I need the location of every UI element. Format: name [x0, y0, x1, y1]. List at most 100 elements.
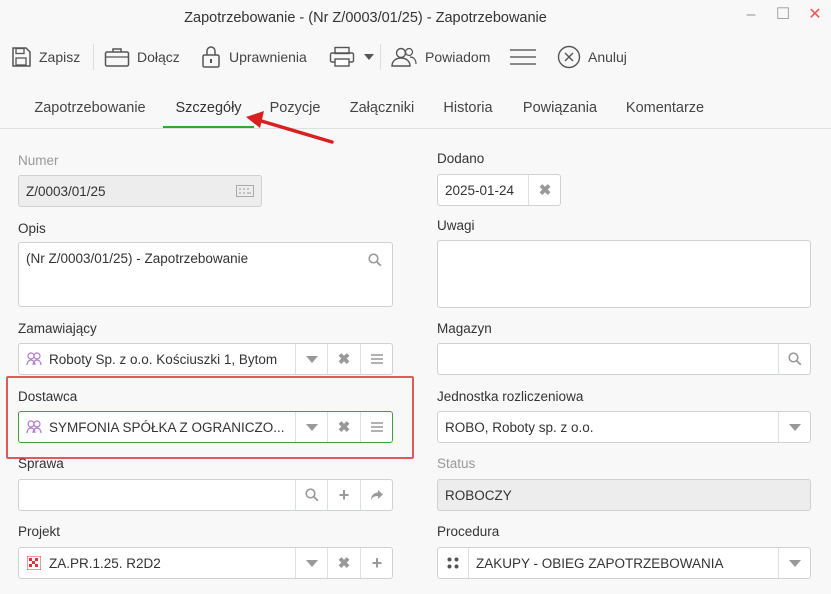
- tab-komentarze[interactable]: Komentarze: [617, 92, 713, 126]
- search-icon: [305, 488, 319, 502]
- projekt-dropdown-button[interactable]: [295, 548, 328, 578]
- procedura-value: ZAKUPY - OBIEG ZAPOTRZEBOWANIA: [476, 556, 724, 571]
- projekt-clear-button[interactable]: ✖: [327, 548, 360, 578]
- dodano-value: 2025-01-24: [445, 183, 515, 198]
- zamawiajacy-select[interactable]: Roboty Sp. z o.o. Kościuszki 1, Bytom ✖: [18, 343, 393, 375]
- status-field: ROBOCZY: [437, 479, 811, 511]
- search-icon: [788, 352, 802, 366]
- dodano-clear-button[interactable]: ✖: [528, 175, 561, 205]
- jednostka-dropdown-button[interactable]: [778, 412, 811, 442]
- clear-icon: ✖: [337, 419, 351, 436]
- project-icon: [27, 556, 41, 570]
- permissions-button[interactable]: Uprawnienia: [200, 38, 307, 76]
- minimize-icon[interactable]: –: [738, 4, 764, 26]
- numer-field: Z/0003/01/25: [18, 175, 262, 207]
- jednostka-value: ROBO, Roboty sp. z o.o.: [445, 420, 594, 435]
- share-arrow-icon: [371, 490, 383, 500]
- zamawiajacy-value: Roboty Sp. z o.o. Kościuszki 1, Bytom: [49, 352, 278, 367]
- dostawca-list-button[interactable]: [360, 412, 393, 442]
- zamawiajacy-dropdown-button[interactable]: [295, 344, 328, 374]
- magazyn-search-button[interactable]: [778, 344, 811, 374]
- lock-icon: [202, 46, 220, 68]
- permissions-label: Uprawnienia: [229, 49, 307, 65]
- opis-textarea[interactable]: (Nr Z/0003/01/25) - Zapotrzebowanie: [18, 242, 393, 307]
- attach-label: Dołącz: [137, 49, 180, 65]
- tab-zapotrzebowanie[interactable]: Zapotrzebowanie: [22, 92, 158, 126]
- hamburger-icon: [510, 49, 536, 65]
- projekt-label: Projekt: [18, 524, 61, 539]
- attach-button[interactable]: Dołącz: [104, 38, 180, 76]
- status-label: Status: [437, 456, 476, 471]
- clear-icon: ✖: [337, 351, 351, 368]
- chevron-down-icon: [306, 559, 318, 567]
- magazyn-field[interactable]: [437, 343, 811, 375]
- title-bar: Zapotrzebowanie - (Nr Z/0003/01/25) - Za…: [0, 0, 831, 34]
- jednostka-label: Jednostka rozliczeniowa: [437, 389, 584, 404]
- numerator-button[interactable]: [229, 176, 261, 206]
- dostawca-clear-button[interactable]: ✖: [327, 412, 360, 442]
- floppy-icon: [12, 47, 31, 67]
- menu-button[interactable]: [509, 38, 544, 76]
- sprawa-field[interactable]: +: [18, 479, 393, 511]
- procedura-select[interactable]: ZAKUPY - OBIEG ZAPOTRZEBOWANIA: [437, 547, 811, 579]
- maximize-icon[interactable]: ☐: [770, 4, 796, 26]
- print-button[interactable]: [329, 38, 374, 76]
- projekt-add-button[interactable]: +: [360, 548, 393, 578]
- zamawiajacy-list-button[interactable]: [360, 344, 393, 374]
- sprawa-label: Sprawa: [18, 456, 64, 471]
- close-icon[interactable]: ✕: [802, 4, 828, 26]
- chevron-down-icon: [306, 423, 318, 431]
- list-icon: [371, 354, 383, 364]
- projekt-select[interactable]: ZA.PR.1.25. R2D2 ✖ +: [18, 547, 393, 579]
- jednostka-select[interactable]: ROBO, Roboty sp. z o.o.: [437, 411, 811, 443]
- magazyn-label: Magazyn: [437, 321, 492, 336]
- dostawca-select[interactable]: SYMFONIA SPÓŁKA Z OGRANICZO... ✖: [18, 411, 393, 443]
- search-icon[interactable]: [368, 253, 382, 267]
- opis-label: Opis: [18, 221, 46, 236]
- chevron-down-icon: [789, 559, 801, 567]
- procedure-icon-box: [438, 548, 469, 578]
- tab-zalaczniki[interactable]: Załączniki: [340, 92, 424, 126]
- tab-bar: Zapotrzebowanie Szczegóły Pozycje Załącz…: [0, 92, 831, 129]
- uwagi-label: Uwagi: [437, 218, 475, 233]
- save-button[interactable]: Zapisz: [10, 38, 80, 76]
- sprawa-goto-button[interactable]: [360, 480, 393, 510]
- cancel-button[interactable]: Anuluj: [557, 38, 627, 76]
- dostawca-value: SYMFONIA SPÓŁKA Z OGRANICZO...: [49, 420, 285, 435]
- dostawca-dropdown-button[interactable]: [295, 412, 328, 442]
- notify-button[interactable]: Powiadom: [390, 38, 490, 76]
- keypad-icon: [236, 185, 254, 197]
- workflow-icon: [447, 557, 459, 569]
- numer-value: Z/0003/01/25: [26, 184, 106, 199]
- chevron-down-icon: [789, 423, 801, 431]
- clear-icon: ✖: [337, 555, 351, 572]
- zamawiajacy-label: Zamawiający: [18, 321, 97, 336]
- save-label: Zapisz: [39, 49, 81, 65]
- sprawa-add-button[interactable]: +: [327, 480, 360, 510]
- clear-icon: ✖: [538, 182, 552, 199]
- cancel-circle-icon: [557, 45, 581, 69]
- zamawiajacy-clear-button[interactable]: ✖: [327, 344, 360, 374]
- users-icon: [391, 47, 417, 67]
- briefcase-icon: [104, 48, 130, 67]
- sprawa-search-button[interactable]: [295, 480, 328, 510]
- status-value: ROBOCZY: [445, 488, 512, 503]
- procedura-dropdown-button[interactable]: [778, 548, 811, 578]
- plus-icon: +: [338, 484, 350, 505]
- print-dropdown-icon[interactable]: [364, 54, 374, 60]
- tab-powiazania[interactable]: Powiązania: [513, 92, 607, 126]
- opis-value: (Nr Z/0003/01/25) - Zapotrzebowanie: [26, 251, 249, 266]
- toolbar: Zapisz Dołącz Uprawnienia Powiadom Anulu…: [0, 38, 831, 76]
- uwagi-textarea[interactable]: [437, 240, 811, 308]
- red-arrow-annotation: [246, 111, 334, 144]
- chevron-down-icon: [306, 355, 318, 363]
- projekt-value: ZA.PR.1.25. R2D2: [49, 556, 161, 571]
- list-icon: [371, 422, 383, 432]
- window-title: Zapotrzebowanie - (Nr Z/0003/01/25) - Za…: [184, 10, 547, 26]
- dostawca-label: Dostawca: [18, 389, 78, 404]
- printer-icon: [329, 46, 355, 67]
- contractor-icon: [26, 352, 42, 366]
- plus-icon: +: [371, 552, 383, 573]
- dodano-date-field[interactable]: 2025-01-24 ✖: [437, 174, 561, 206]
- tab-historia[interactable]: Historia: [435, 92, 501, 126]
